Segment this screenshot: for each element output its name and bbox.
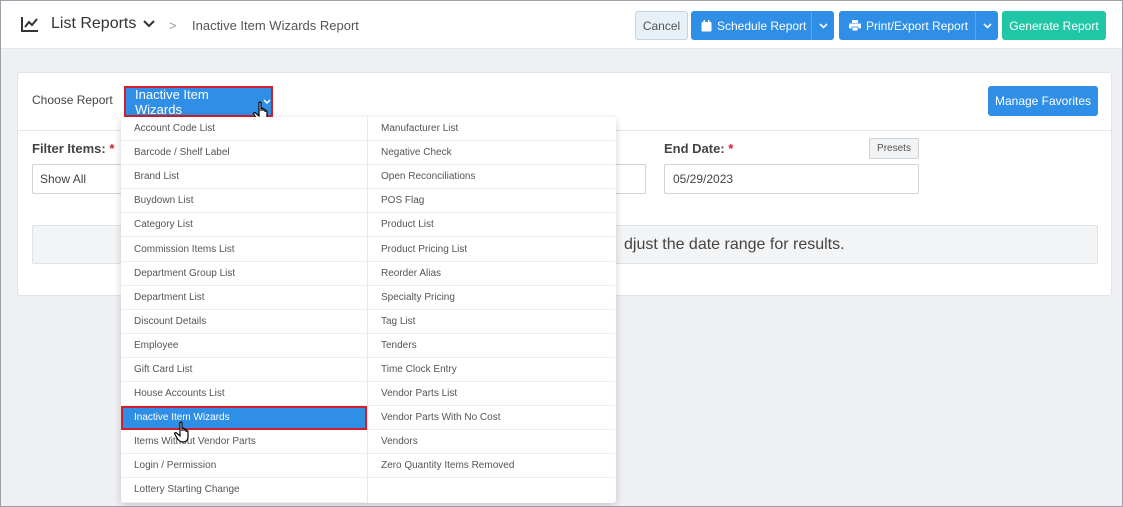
dropdown-item[interactable]: Specialty Pricing xyxy=(368,286,615,310)
dropdown-item[interactable]: Open Reconciliations xyxy=(368,165,615,190)
calendar-icon xyxy=(701,19,712,31)
report-dropdown-menu: Account Code List Barcode / Shelf Label Br… xyxy=(121,117,616,503)
top-bar: List Reports > Inactive Item Wizards Rep… xyxy=(1,1,1122,49)
end-date-value: 05/29/2023 xyxy=(673,172,734,186)
schedule-dropdown-toggle[interactable] xyxy=(811,11,834,40)
app-window: List Reports > Inactive Item Wizards Rep… xyxy=(0,0,1123,507)
filter-items-text: Filter Items: xyxy=(32,141,106,156)
presets-button[interactable]: Presets xyxy=(869,138,919,159)
generate-report-label: Generate Report xyxy=(1009,18,1099,33)
schedule-report-label: Schedule Report xyxy=(717,18,807,33)
schedule-report-main[interactable]: Schedule Report xyxy=(691,11,806,40)
schedule-report-button[interactable]: Schedule Report xyxy=(691,11,834,40)
required-mark: * xyxy=(728,141,734,156)
dropdown-item[interactable]: POS Flag xyxy=(368,189,615,214)
dropdown-item[interactable]: Manufacturer List xyxy=(368,117,615,142)
print-export-button[interactable]: Print/Export Report xyxy=(839,11,998,40)
required-mark: * xyxy=(109,141,115,156)
presets-label: Presets xyxy=(877,143,911,154)
dropdown-item[interactable]: Reorder Alias xyxy=(368,262,615,286)
print-dropdown-toggle[interactable] xyxy=(975,11,998,40)
manage-favorites-label: Manage Favorites xyxy=(994,94,1092,108)
results-message: djust the date range for results. xyxy=(624,236,845,253)
dropdown-item[interactable]: Discount Details xyxy=(121,310,367,334)
dropdown-item[interactable]: Negative Check xyxy=(368,141,615,166)
manage-favorites-button[interactable]: Manage Favorites xyxy=(988,86,1098,116)
chevron-down-icon xyxy=(982,22,992,29)
print-export-label: Print/Export Report xyxy=(866,18,969,33)
dropdown-column-right: Manufacturer List Negative Check Open Reco… xyxy=(368,117,615,479)
report-select-value: Inactive Item Wizards xyxy=(135,86,209,117)
dropdown-item[interactable]: Vendor Parts With No Cost xyxy=(368,406,615,431)
start-date-input-edge[interactable] xyxy=(613,164,646,194)
cancel-button-label: Cancel xyxy=(642,18,681,33)
cancel-button[interactable]: Cancel xyxy=(635,11,688,40)
end-date-input[interactable]: 05/29/2023 xyxy=(664,164,919,194)
page-title: List Reports xyxy=(51,15,137,32)
hand-pointer-icon xyxy=(174,421,189,443)
dropdown-item[interactable]: Vendors xyxy=(368,430,615,455)
dropdown-item[interactable]: House Accounts List xyxy=(121,382,367,407)
dropdown-item[interactable]: Brand List xyxy=(121,165,367,190)
dropdown-item[interactable]: Account Code List xyxy=(121,117,367,142)
dropdown-item[interactable]: Items Without Vendor Parts xyxy=(121,430,367,455)
dropdown-item[interactable]: Product List xyxy=(368,213,615,238)
dropdown-item[interactable]: Gift Card List xyxy=(121,358,367,383)
dropdown-item[interactable]: Lottery Starting Change xyxy=(121,478,367,503)
printer-icon xyxy=(849,20,861,31)
dropdown-column-left: Account Code List Barcode / Shelf Label Br… xyxy=(121,117,368,503)
filter-items-select[interactable]: Show All xyxy=(32,164,132,194)
print-export-main[interactable]: Print/Export Report xyxy=(839,11,968,40)
dropdown-item[interactable]: Commission Items List xyxy=(121,237,367,262)
dropdown-item[interactable]: Department Group List xyxy=(121,262,367,286)
breadcrumb: Inactive Item Wizards Report xyxy=(192,18,359,33)
end-date-text: End Date: xyxy=(664,141,725,156)
line-chart-icon xyxy=(21,17,38,32)
dropdown-item[interactable]: Buydown List xyxy=(121,189,367,214)
filter-items-label: Filter Items: * xyxy=(32,141,114,156)
dropdown-item[interactable]: Vendor Parts List xyxy=(368,382,615,407)
chevron-down-icon xyxy=(818,22,828,29)
dropdown-item[interactable]: Barcode / Shelf Label xyxy=(121,141,367,166)
dropdown-item[interactable]: Tag List xyxy=(368,310,615,334)
generate-report-button[interactable]: Generate Report xyxy=(1002,11,1106,40)
chevron-down-icon[interactable] xyxy=(143,19,155,29)
dropdown-item[interactable]: Tenders xyxy=(368,334,615,358)
dropdown-item[interactable]: Department List xyxy=(121,286,367,310)
dropdown-item[interactable]: Employee xyxy=(121,334,367,358)
dropdown-item[interactable]: Category List xyxy=(121,213,367,238)
dropdown-item[interactable]: Inactive Item Wizards xyxy=(121,406,367,431)
dropdown-item[interactable]: Zero Quantity Items Removed xyxy=(368,454,615,479)
filter-items-value: Show All xyxy=(40,172,87,186)
choose-report-label: Choose Report xyxy=(32,93,113,107)
breadcrumb-separator: > xyxy=(169,18,177,33)
end-date-label: End Date: * xyxy=(664,141,733,156)
dropdown-item[interactable]: Time Clock Entry xyxy=(368,358,615,383)
report-select[interactable]: Inactive Item Wizards xyxy=(124,86,273,117)
dropdown-item[interactable]: Login / Permission xyxy=(121,454,367,479)
dropdown-item[interactable]: Product Pricing List xyxy=(368,237,615,262)
